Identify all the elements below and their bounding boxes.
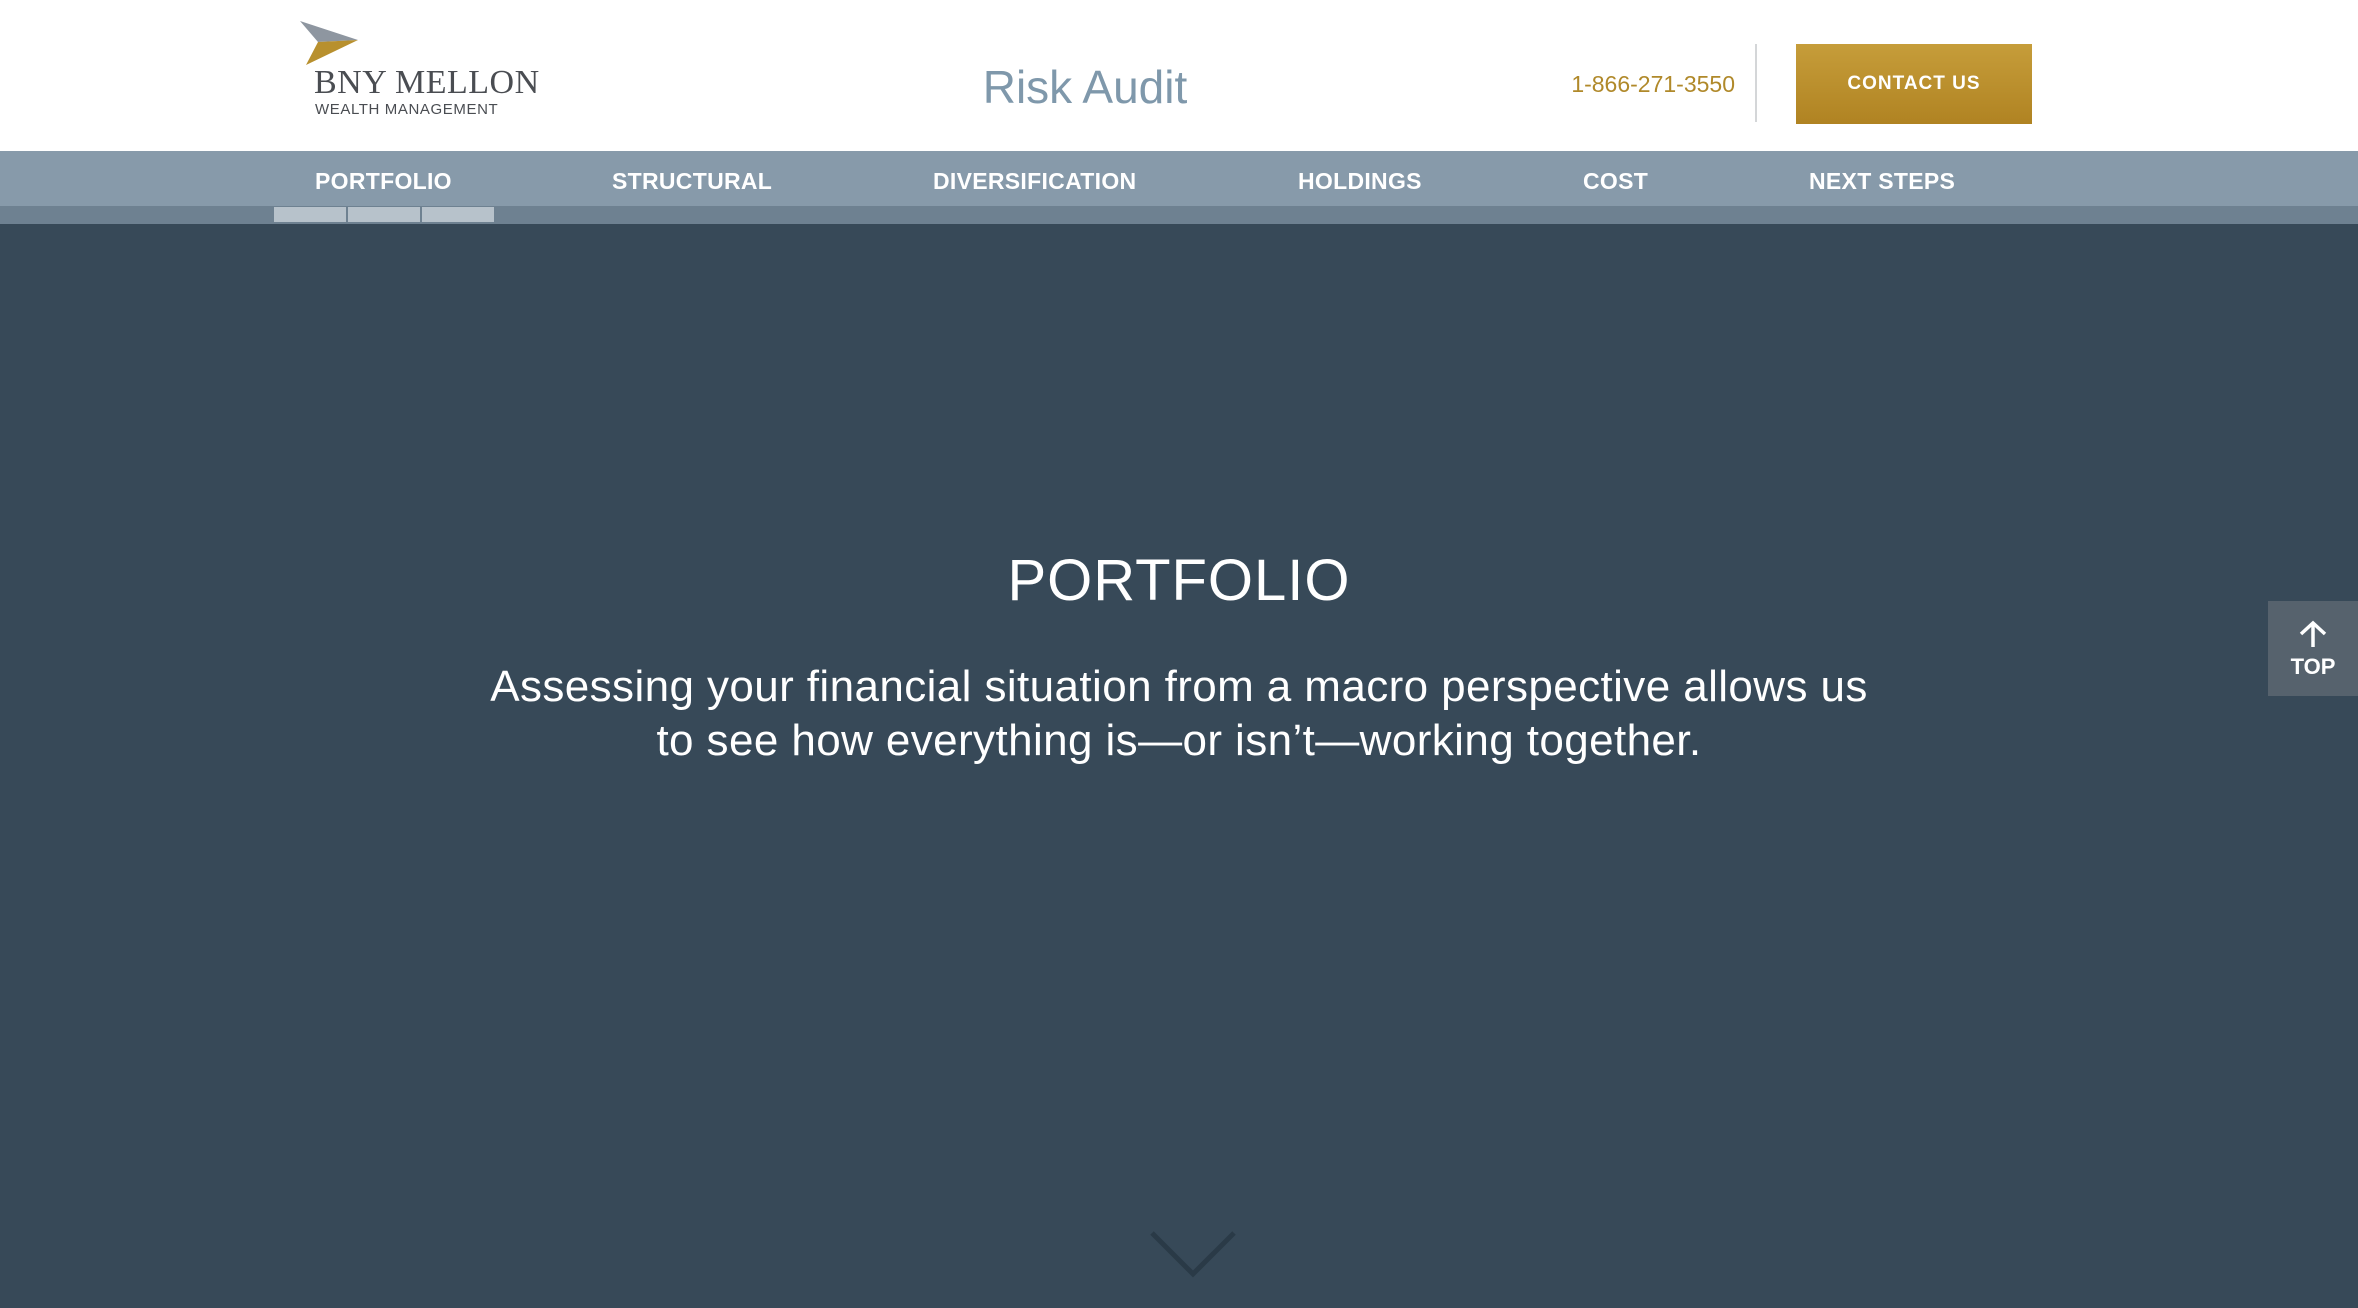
contact-us-button[interactable]: CONTACT US [1796, 44, 2032, 124]
nav-item-structural[interactable]: STRUCTURAL [612, 151, 772, 206]
arrow-up-icon [2299, 620, 2327, 647]
progress-segment [422, 207, 494, 222]
nav-item-cost[interactable]: COST [1583, 151, 1648, 206]
logo-name: BNY MELLON [314, 64, 540, 101]
nav-item-next-steps[interactable]: NEXT STEPS [1809, 151, 1955, 206]
bny-mellon-logo[interactable]: BNY MELLON WEALTH MANAGEMENT [298, 20, 539, 125]
section-description: Assessing your financial situation from … [490, 662, 1868, 765]
site-header: BNY MELLON WEALTH MANAGEMENT Risk Audit … [0, 0, 2358, 151]
section-progress-bar [0, 206, 2358, 224]
progress-segment [274, 207, 346, 222]
nav-item-portfolio[interactable]: PORTFOLIO [315, 151, 452, 206]
header-divider [1755, 44, 1757, 122]
chevron-down-icon[interactable] [1150, 1230, 1236, 1278]
section-nav: PORTFOLIO STRUCTURAL DIVERSIFICATION HOL… [0, 151, 2358, 206]
section-heading: PORTFOLIO [1007, 548, 1351, 613]
page-title: Risk Audit [982, 61, 1188, 113]
nav-item-diversification[interactable]: DIVERSIFICATION [933, 151, 1136, 206]
progress-segment [348, 207, 420, 222]
logo-mark-icon [300, 21, 358, 65]
portfolio-hero-section: PORTFOLIO Assessing your financial situa… [0, 224, 2358, 1308]
phone-number-link[interactable]: 1-866-271-3550 [1545, 71, 1735, 98]
logo-subtitle: WEALTH MANAGEMENT [315, 101, 499, 118]
nav-item-holdings[interactable]: HOLDINGS [1298, 151, 1422, 206]
back-to-top-button[interactable]: TOP [2268, 601, 2358, 696]
back-to-top-label: TOP [2290, 654, 2336, 679]
